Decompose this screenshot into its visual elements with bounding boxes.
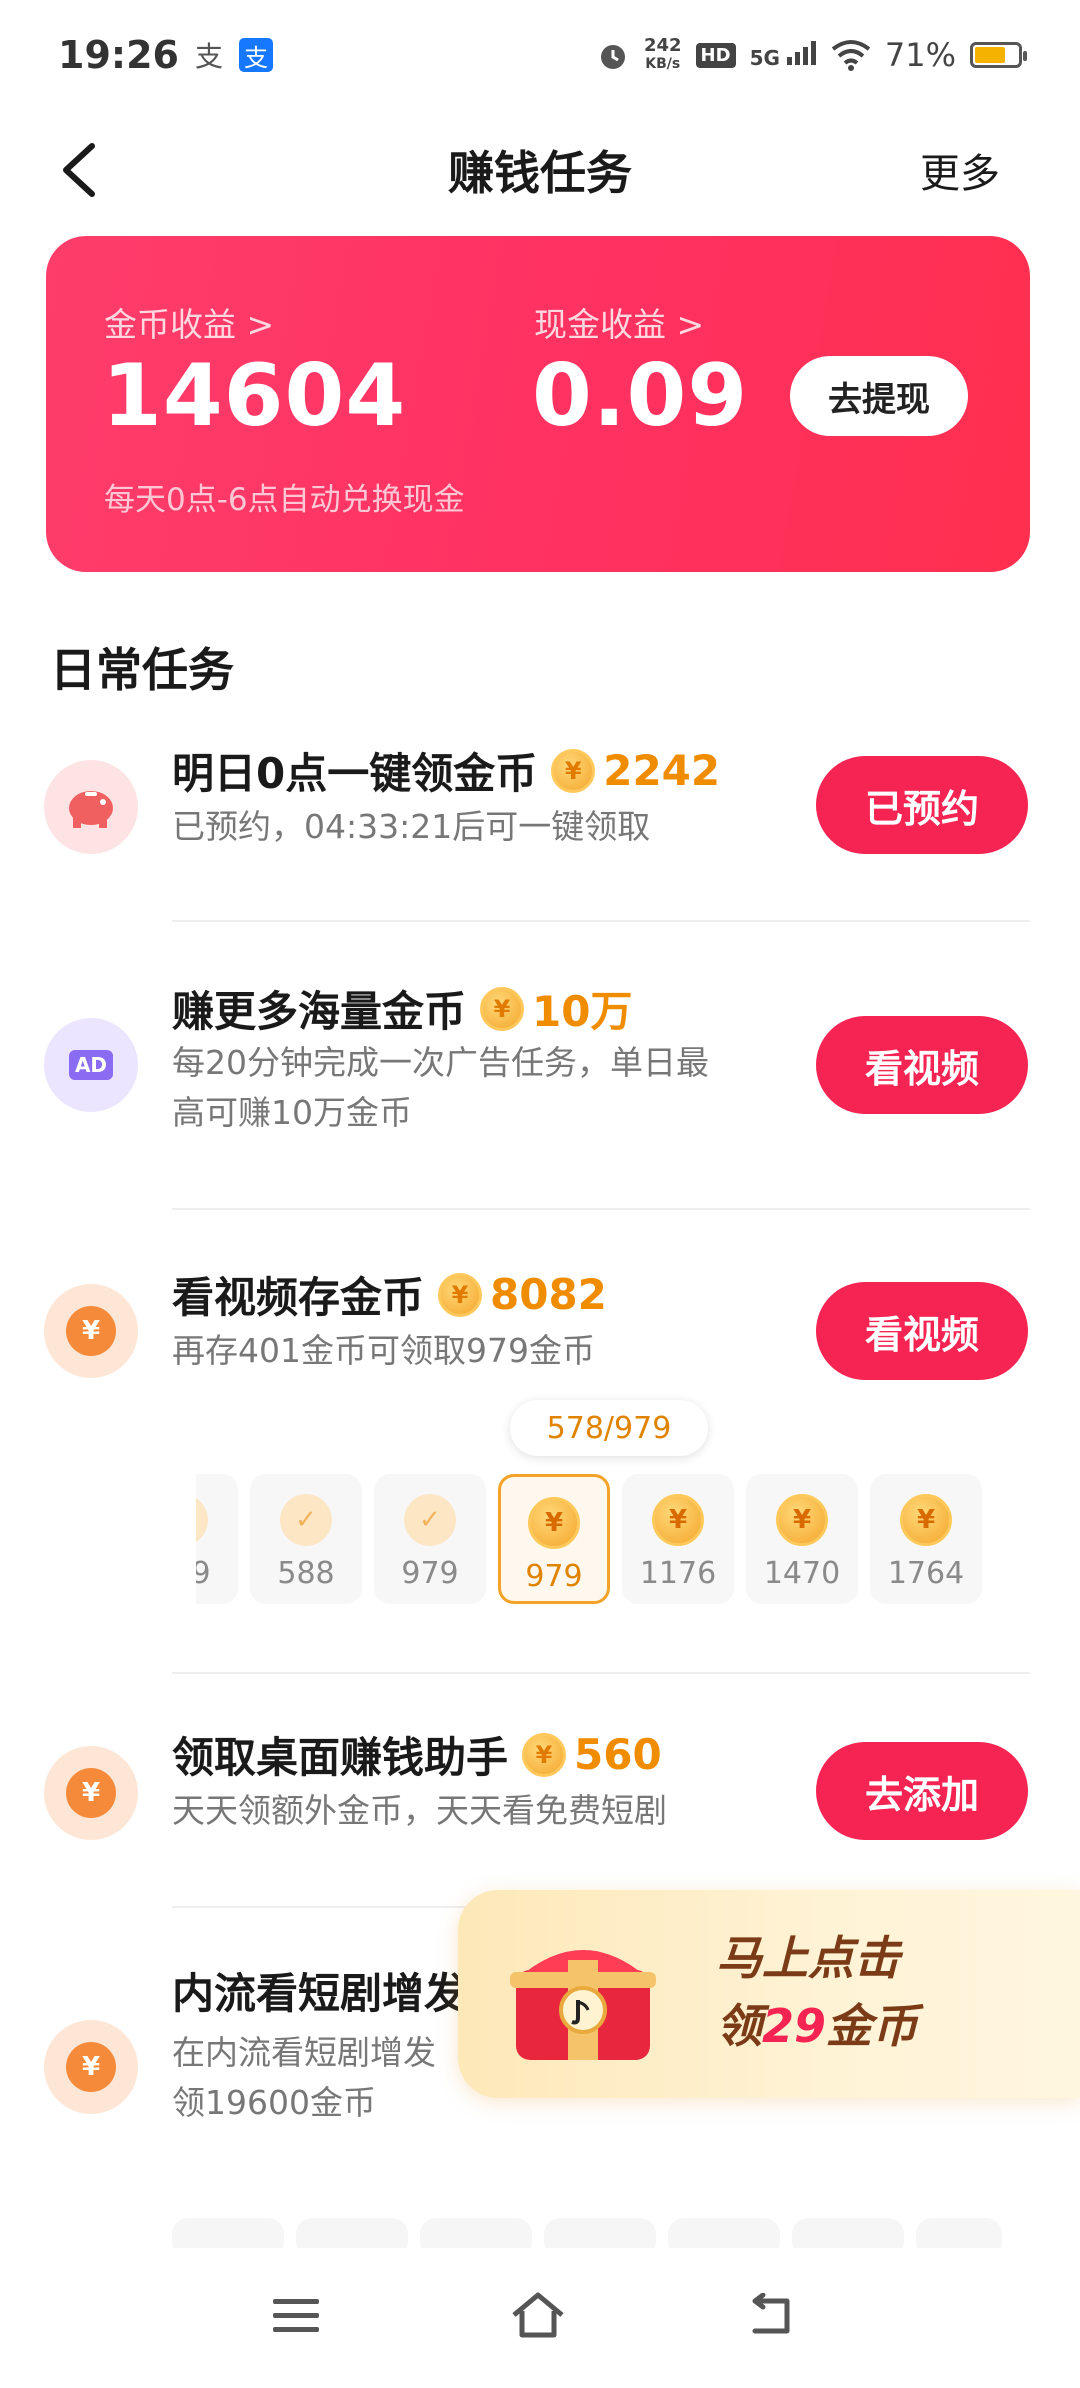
chip-value: 588 [277, 1556, 335, 1591]
coin-icon: ¥ [438, 1272, 483, 1317]
page-title: 赚钱任务 [448, 146, 632, 200]
coin-earnings-link[interactable]: 金币收益 > [104, 298, 274, 346]
menu-icon[interactable] [256, 2280, 336, 2350]
chip-value: 1470 [763, 1556, 841, 1591]
earnings-card: 金币收益 > 14604 现金收益 > 0.09 去提现 每天0点-6点自动兑换… [46, 236, 1030, 572]
alarm-icon [600, 45, 625, 69]
battery-percent: 71% [884, 36, 956, 74]
check-icon: ✓ [404, 1494, 456, 1546]
coin-progress-chip: ✓ 588 [250, 1474, 362, 1604]
task-description: 已预约，04:33:21后可一键领取 [172, 807, 651, 846]
watch-video-button[interactable]: 看视频 [816, 1016, 1028, 1114]
piggy-bank-icon [44, 760, 138, 854]
alipay-app-icon: 支 [238, 38, 273, 72]
more-button[interactable]: 更多 [920, 141, 1000, 199]
task-title: 领取桌面赚钱助手 ¥ 560 [172, 1730, 662, 1782]
cash-earnings-value: 0.09 [532, 346, 749, 446]
coin-progress-chip: ¥1764 [870, 1474, 982, 1604]
task-title: 内流看短剧增发 [172, 1969, 467, 2018]
yen-coin-icon: ¥ [44, 1284, 138, 1378]
yen-coin-icon: ¥ [44, 1746, 138, 1840]
exchange-note: 每天0点-6点自动兑换现金 [104, 482, 465, 518]
watch-video-button[interactable]: 看视频 [816, 1282, 1028, 1380]
check-icon: ✓ [280, 1494, 332, 1546]
divider [172, 1208, 1030, 1210]
task-description: 再存401金币可领取979金币 [172, 1331, 595, 1370]
home-icon[interactable] [498, 2280, 578, 2350]
chip-value: 1176 [639, 1556, 717, 1591]
divider [172, 1672, 1030, 1674]
alipay-notification-icon: 支 [194, 40, 223, 73]
progress-bubble: 578/979 [510, 1400, 708, 1456]
coin-icon: ¥ [900, 1494, 952, 1546]
withdraw-button[interactable]: 去提现 [790, 356, 968, 436]
chip-value: 1764 [887, 1556, 965, 1591]
task-title: 看视频存金币 ¥ 8082 [172, 1270, 607, 1322]
chip-value: 979 [525, 1559, 583, 1594]
coin-icon: ¥ [522, 1732, 567, 1777]
divider [172, 920, 1030, 922]
network-speed: 242 KB/s [643, 35, 682, 73]
cash-earnings-link[interactable]: 现金收益 > [534, 298, 704, 346]
coin-icon: ¥ [528, 1497, 580, 1549]
battery-icon [970, 42, 1027, 68]
task-reward: 560 [574, 1730, 662, 1779]
coin-progress-chip: ✓ 979 [374, 1474, 486, 1604]
coin-progress-chip: ¥1470 [746, 1474, 858, 1604]
task-description: 天天领额外金币，天天看免费短剧 [172, 1791, 667, 1830]
status-bar: 19:26 支 支 242 KB/s HD 5G 71% [0, 0, 1080, 110]
task-reward: 8082 [490, 1270, 607, 1319]
add-to-desktop-button[interactable]: 去添加 [816, 1742, 1028, 1840]
task-description: 每20分钟完成一次广告任务，单日最 高可赚10万金币 [172, 1043, 709, 1132]
chip-value: 979 [401, 1556, 459, 1591]
faded-progress-row [172, 2218, 1002, 2248]
task-title: 赚更多海量金币 ¥ 10万 [172, 978, 632, 1039]
task-reward: 10万 [532, 987, 633, 1036]
promo-text: 马上点击 领29金币 [716, 1931, 919, 2053]
system-navigation-bar [0, 2250, 1080, 2388]
coin-icon: ¥ [776, 1494, 828, 1546]
ad-icon: AD [44, 1018, 138, 1112]
coin-progress-chip: ¥1176 [622, 1474, 734, 1604]
daily-tasks-heading: 日常任务 [50, 643, 234, 697]
treasure-chest-icon [510, 1950, 656, 2060]
clock: 19:26 [58, 33, 179, 77]
hd-icon: HD [695, 42, 736, 68]
coin-earnings-value: 14604 [102, 346, 407, 446]
chip-value: 489 [196, 1556, 211, 1591]
coin-progress-track: ✓489✓588✓979¥979¥1176¥1470¥1764 [196, 1470, 1026, 1610]
yen-coin-icon: ¥ [44, 2020, 138, 2114]
coin-icon: ¥ [551, 748, 596, 793]
back-icon[interactable] [730, 2280, 810, 2350]
task-title: 明日0点一键领金币 ¥ 2242 [172, 746, 721, 798]
claim-coins-promo[interactable]: 马上点击 领29金币 [458, 1890, 1080, 2098]
signal-5g-icon: 5G [750, 40, 817, 70]
task-reward: 2242 [603, 746, 721, 795]
reserved-button[interactable]: 已预约 [816, 756, 1028, 854]
task-description: 在内流看短剧增发 领19600金币 [172, 2033, 436, 2122]
coin-icon: ¥ [480, 986, 525, 1031]
back-arrow-icon[interactable] [52, 138, 112, 202]
top-nav-bar: 赚钱任务 更多 [0, 110, 1080, 230]
coin-progress-chip: ✓ 489 [196, 1474, 238, 1604]
coin-icon: ¥ [652, 1494, 704, 1546]
wifi-icon [831, 40, 871, 71]
coin-progress-chip: ¥979 [498, 1474, 610, 1604]
check-icon: ✓ [196, 1494, 208, 1546]
